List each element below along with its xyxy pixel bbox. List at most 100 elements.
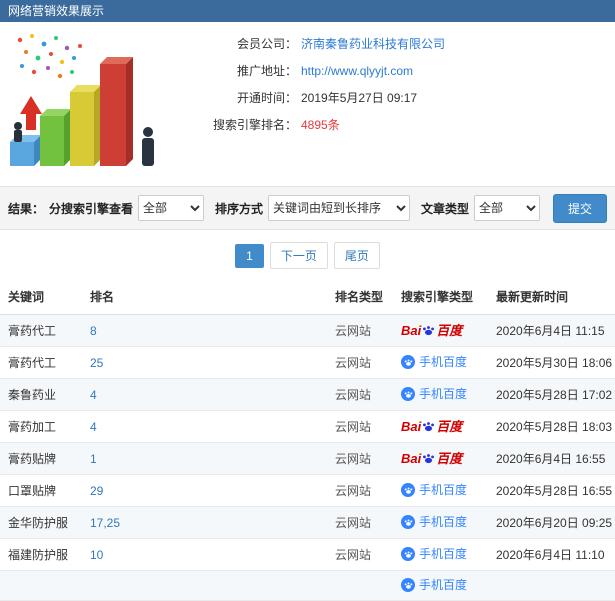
info-row: 推广地址： http://www.qlyyjt.com: [185, 63, 615, 80]
mobile-baidu-icon: [401, 547, 415, 562]
mobile-baidu-icon: [401, 387, 415, 402]
paw-icon: [404, 487, 412, 494]
mobile-baidu-logo: 手机百度: [401, 515, 468, 530]
paw-icon: [423, 325, 435, 335]
mobile-baidu-logo: 手机百度: [401, 578, 467, 592]
engine-filter-select[interactable]: 全部: [138, 195, 204, 221]
column-header: 搜索引擎类型: [393, 279, 488, 315]
engine-cell: 手机百度: [393, 570, 488, 601]
sort-label: 排序方式: [215, 201, 264, 216]
baidu-logo-cn: 百度: [436, 450, 463, 466]
rank-link[interactable]: 4: [90, 420, 97, 434]
rank-type-cell: 云网站: [327, 538, 393, 571]
table-row: 膏药贴牌 1 云网站 Bai 百度 2020年6月4日 16:55: [0, 442, 615, 475]
mobile-baidu-icon: [401, 578, 415, 592]
mobile-baidu-label: 手机百度: [419, 547, 468, 562]
paw-icon: [423, 421, 435, 431]
updated-cell: 2020年6月4日 11:15: [488, 314, 615, 347]
mobile-baidu-logo: 手机百度: [401, 387, 468, 402]
keyword-cell: 膏药贴牌: [0, 442, 82, 475]
rank-type-cell: 云网站: [327, 378, 393, 411]
article-type-label: 文章类型: [421, 201, 470, 216]
info-value: 2019年5月27日 09:17: [301, 91, 418, 105]
baidu-logo-text: Bai: [401, 322, 422, 338]
mobile-baidu-label: 手机百度: [419, 578, 468, 592]
updated-cell: 2020年6月20日 09:25: [488, 506, 615, 539]
page-next-button[interactable]: 下一页: [269, 242, 328, 269]
rank-link[interactable]: 1: [90, 452, 97, 466]
table-row: 膏药加工 4 云网站 Bai 百度 2020年5月28日 18:03: [0, 410, 615, 443]
baidu-logo: Bai 百度: [401, 420, 462, 433]
confetti-dots: [17, 34, 82, 79]
baidu-logo-text: Bai: [401, 418, 422, 434]
engine-cell: 手机百度: [393, 346, 488, 379]
info-value: 4895条: [301, 118, 340, 132]
table-row: 手机百度: [0, 570, 615, 601]
submit-button[interactable]: 提交: [553, 193, 608, 223]
rank-type-cell: 云网站: [327, 410, 393, 443]
mobile-baidu-icon: [401, 355, 415, 370]
keyword-cell: 福建防护服: [0, 538, 82, 571]
updated-cell: [488, 570, 615, 601]
paw-icon: [404, 519, 412, 526]
rank-link[interactable]: 17,25: [90, 516, 120, 530]
pagination: 1 下一页 尾页: [0, 242, 615, 269]
updated-cell: 2020年6月4日 16:55: [488, 442, 615, 475]
baidu-logo: Bai 百度: [401, 452, 462, 465]
table-row: 秦鲁药业 4 云网站 手机百度 2020年5月28日 17:02: [0, 378, 615, 411]
info-label: 会员公司：: [236, 37, 297, 51]
up-arrow: [20, 96, 42, 130]
keyword-cell: 膏药代工: [0, 314, 82, 347]
sort-select[interactable]: 关键词由短到长排序: [268, 195, 410, 221]
mobile-baidu-label: 手机百度: [419, 387, 468, 402]
info-label: 开通时间：: [236, 91, 297, 105]
person-right: [142, 127, 154, 166]
rank-link[interactable]: 4: [90, 388, 97, 402]
baidu-logo-cn: 百度: [436, 322, 463, 338]
updated-cell: 2020年6月4日 11:10: [488, 538, 615, 571]
page-title: 网络营销效果展示: [8, 4, 105, 18]
keyword-cell: 膏药加工: [0, 410, 82, 443]
info-label: 推广地址：: [236, 64, 297, 78]
rank-type-cell: [327, 570, 393, 601]
mobile-baidu-label: 手机百度: [419, 355, 468, 370]
info-value[interactable]: http://www.qlyyjt.com: [301, 63, 413, 80]
rank-link[interactable]: 29: [90, 484, 103, 498]
mobile-baidu-logo: 手机百度: [401, 355, 468, 370]
mobile-baidu-logo: 手机百度: [401, 483, 468, 498]
keyword-cell: 膏药代工: [0, 346, 82, 379]
article-type-select[interactable]: 全部: [474, 195, 540, 221]
info-value[interactable]: 济南秦鲁药业科技有限公司: [301, 36, 445, 53]
rank-type-cell: 云网站: [327, 346, 393, 379]
rank-link[interactable]: 10: [90, 548, 103, 562]
keyword-cell: 金华防护服: [0, 506, 82, 539]
keyword-rank-table: 关键词 排名 排名类型 搜索引擎类型 最新更新时间 膏药代工 8 云网站 Bai 百度 2020年…: [0, 279, 615, 601]
page-current[interactable]: 1: [235, 243, 264, 268]
mobile-baidu-label: 手机百度: [419, 515, 468, 530]
column-header: 排名: [82, 279, 327, 315]
company-summary-panel: 会员公司： 济南秦鲁药业科技有限公司 推广地址： http://www.qlyyjt.…: [0, 22, 615, 180]
engine-cell: 手机百度: [393, 538, 488, 571]
mobile-baidu-label: 手机百度: [419, 483, 468, 498]
keyword-cell: [0, 570, 82, 601]
info-label: 搜索引擎排名：: [212, 118, 297, 132]
rank-link[interactable]: 25: [90, 356, 103, 370]
table-header-row: 关键词 排名 排名类型 搜索引擎类型 最新更新时间: [0, 279, 615, 315]
bar-red: [100, 57, 133, 166]
mobile-baidu-logo: 手机百度: [401, 547, 468, 562]
updated-cell: 2020年5月28日 18:03: [488, 410, 615, 443]
paw-icon: [404, 551, 412, 558]
rank-link[interactable]: 8: [90, 324, 97, 338]
table-row: 福建防护服 10 云网站 手机百度 2020年6月4日 11:10: [0, 538, 615, 571]
table-row: 膏药代工 25 云网站 手机百度 2020年5月30日 18:06: [0, 346, 615, 379]
page-last-button[interactable]: 尾页: [333, 242, 380, 269]
engine-cell: 手机百度: [393, 474, 488, 507]
company-info: 会员公司： 济南秦鲁药业科技有限公司 推广地址： http://www.qlyyjt.…: [185, 22, 615, 134]
rank-type-cell: 云网站: [327, 314, 393, 347]
growth-chart-clipart: [10, 34, 154, 166]
keyword-cell: 口罩贴牌: [0, 474, 82, 507]
result-label: 结果：: [8, 201, 45, 216]
column-header: 最新更新时间: [488, 279, 615, 315]
engine-cell: 手机百度: [393, 378, 488, 411]
mobile-baidu-icon: [401, 483, 415, 498]
